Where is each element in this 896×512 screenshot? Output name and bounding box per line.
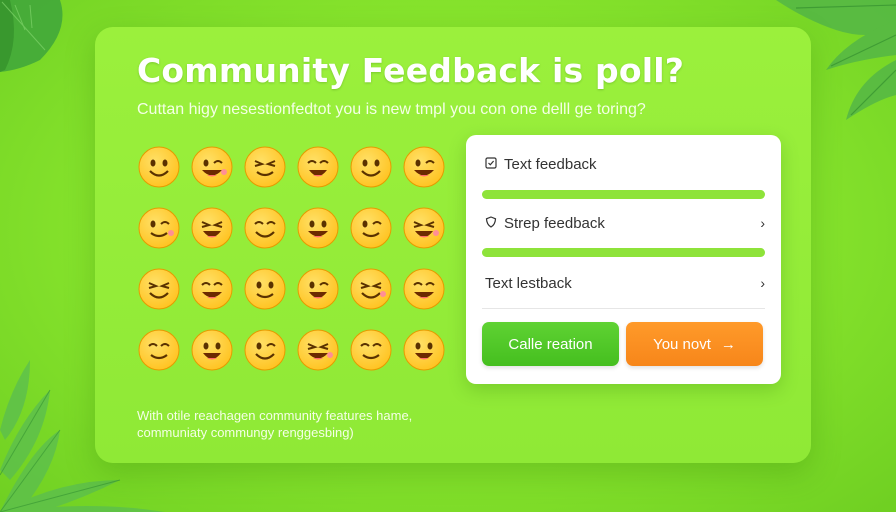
- smiley-emoji-icon[interactable]: [402, 267, 455, 328]
- progress-bar: [482, 190, 765, 199]
- shield-icon: [485, 215, 499, 232]
- chevron-right-icon: ›: [760, 215, 765, 231]
- option-label: Strep feedback: [504, 214, 605, 232]
- footer-line-2: communiaty commungy renggesbing): [137, 425, 354, 440]
- footer-text: With otile reachagen community features …: [137, 407, 412, 441]
- feedback-options-panel: Text feedback Strep feedback › Text lest…: [466, 135, 781, 384]
- option-strep-feedback[interactable]: Strep feedback ›: [485, 211, 765, 235]
- smiley-emoji-icon[interactable]: [137, 328, 190, 389]
- divider: [482, 308, 765, 309]
- smiley-emoji-icon[interactable]: [402, 145, 455, 206]
- page-title: Community Feedback is poll?: [137, 51, 685, 90]
- progress-bar: [482, 248, 765, 257]
- option-label: Text feedback: [504, 155, 597, 173]
- smiley-emoji-icon[interactable]: [190, 206, 243, 267]
- page-subtitle: Cuttan higy nesestionfedtot you is new t…: [137, 101, 646, 118]
- smiley-emoji-icon[interactable]: [243, 267, 296, 328]
- smiley-emoji-icon[interactable]: [349, 145, 402, 206]
- smiley-emoji-icon[interactable]: [243, 328, 296, 389]
- smiley-emoji-icon[interactable]: [402, 328, 455, 389]
- option-label: Text lestback: [485, 274, 572, 292]
- you-novt-button[interactable]: You novt →: [626, 322, 763, 366]
- smiley-emoji-icon[interactable]: [402, 206, 455, 267]
- smiley-emoji-icon[interactable]: [243, 206, 296, 267]
- calle-reation-button[interactable]: Calle reation: [482, 322, 619, 366]
- emoji-grid: [137, 145, 455, 389]
- button-label: Calle reation: [508, 335, 593, 353]
- smiley-emoji-icon[interactable]: [296, 267, 349, 328]
- footer-line-1: With otile reachagen community features …: [137, 408, 413, 423]
- checkbox-icon: [485, 156, 499, 173]
- smiley-emoji-icon[interactable]: [349, 267, 402, 328]
- feedback-card: Community Feedback is poll? Cuttan higy …: [95, 27, 811, 463]
- smiley-emoji-icon[interactable]: [349, 328, 402, 389]
- leaf-top-left-decoration: [0, 0, 63, 72]
- smiley-emoji-icon[interactable]: [137, 206, 190, 267]
- button-label: You novt: [653, 335, 711, 353]
- smiley-emoji-icon[interactable]: [296, 206, 349, 267]
- smiley-emoji-icon[interactable]: [243, 145, 296, 206]
- smiley-emoji-icon[interactable]: [137, 145, 190, 206]
- smiley-emoji-icon[interactable]: [296, 145, 349, 206]
- smiley-emoji-icon[interactable]: [349, 206, 402, 267]
- smiley-emoji-icon[interactable]: [296, 328, 349, 389]
- option-text-feedback[interactable]: Text feedback: [485, 152, 765, 176]
- smiley-emoji-icon[interactable]: [190, 145, 243, 206]
- chevron-right-icon: ›: [760, 275, 765, 291]
- smiley-emoji-icon[interactable]: [190, 267, 243, 328]
- arrow-right-icon: →: [720, 335, 736, 353]
- smiley-emoji-icon[interactable]: [190, 328, 243, 389]
- option-text-lestback[interactable]: Text lestback ›: [485, 271, 765, 295]
- smiley-emoji-icon[interactable]: [137, 267, 190, 328]
